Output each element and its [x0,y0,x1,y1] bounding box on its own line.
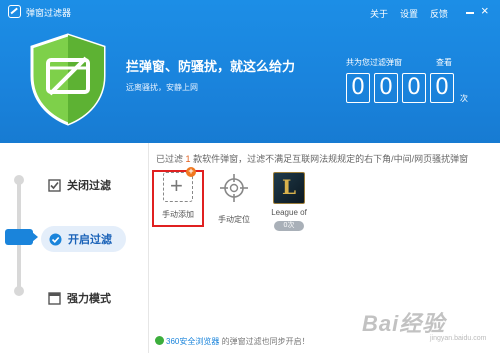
footer-note: 360安全浏览器 的弹窗过滤也同步开启！ [155,336,310,347]
plus-icon: + + [163,167,196,202]
block-count-badge: 0次 [274,221,304,231]
panel-divider [148,143,149,353]
settings-link[interactable]: 设置 [400,7,418,20]
manual-add-button[interactable]: + + 手动添加 [155,167,201,220]
mode-enable-filter[interactable]: 开启过滤 [41,226,126,252]
window-title: 弹窗过滤器 [26,8,72,18]
league-of-legends-icon: L [273,172,305,204]
watermark-sub: jingyan.baidu.com [430,335,487,342]
app-icon [8,5,21,18]
about-link[interactable]: 关于 [370,7,388,20]
check-circle-icon [49,233,62,245]
mode-label: 开启过滤 [68,234,112,246]
slider-stop-top[interactable] [14,175,24,185]
manual-locate-button[interactable]: 手动定位 [211,172,257,225]
browser-link[interactable]: 360安全浏览器 [166,337,219,346]
hero-headline: 拦弹窗、防骚扰，就这么给力 [126,59,296,74]
checkbox-icon [48,178,61,192]
add-badge: + [186,167,196,177]
mode-label: 关闭过滤 [67,180,111,192]
minimize-button[interactable] [466,12,474,14]
hero-subline: 远离骚扰，安静上网 [126,83,198,92]
item-label: 手动添加 [162,210,194,219]
crosshair-icon [220,174,248,202]
view-history-link[interactable]: 查看 [436,57,452,68]
counter-digit: 0 [402,73,426,103]
watermark: Bai经验 [362,311,446,336]
slider-stop-bottom[interactable] [14,286,24,296]
feedback-link[interactable]: 反馈 [430,7,448,20]
counter-label: 共为您过滤弹窗 [346,58,402,67]
shield-logo-icon [30,33,106,126]
mode-strong[interactable]: 强力模式 [48,286,111,310]
counter-digit: 0 [374,73,398,103]
item-label: League of [271,208,307,217]
counter-digit: 0 [430,73,454,103]
item-label: 手动定位 [218,215,250,224]
counter-unit: 次 [460,94,468,103]
notice-prefix: 已过滤 [156,154,184,164]
blocked-counter: 0 0 0 0 [346,73,456,103]
filter-notice: 已过滤 1 款软件弹窗，过滤不满足互联网法规规定的右下角/中间/网页骚扰弹窗 [156,152,468,165]
header-banner: 弹窗过滤器 关于 设置 反馈 × 拦弹窗、防骚扰，就这么给力 远离骚扰，安静上网… [0,0,500,143]
notice-count: 1 [185,154,191,164]
close-button[interactable]: × [481,4,489,17]
notice-suffix: 款软件弹窗，过滤不满足互联网法规规定的右下角/中间/网页骚扰弹窗 [193,154,469,164]
app-item-league[interactable]: L League of 0次 [266,172,312,231]
mode-label: 强力模式 [67,293,111,305]
browser-icon [155,336,164,345]
mode-disable-filter[interactable]: 关闭过滤 [48,173,111,197]
title-bar: 弹窗过滤器 关于 设置 反馈 × [0,0,500,24]
footer-text: 的弹窗过滤也同步开启！ [221,337,310,346]
mode-slider-handle[interactable] [5,229,38,245]
counter-digit: 0 [346,73,370,103]
window-icon [48,291,61,305]
